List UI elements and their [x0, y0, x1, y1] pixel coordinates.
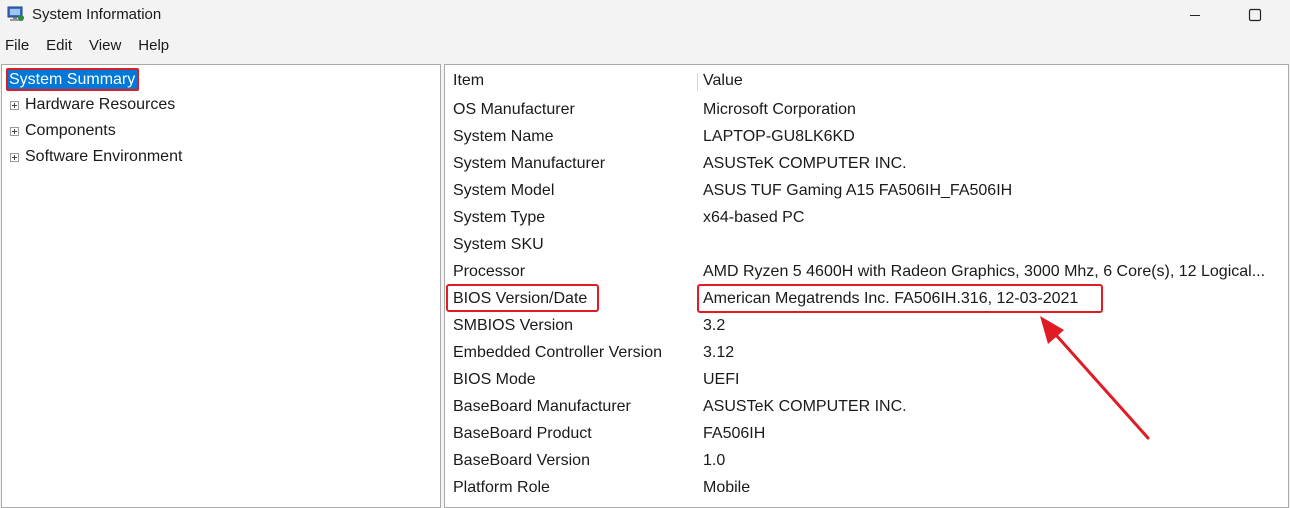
window-title: System Information	[32, 6, 162, 23]
category-tree[interactable]: System Summary Hardware Resources Compon…	[1, 64, 441, 508]
row-value: LAPTOP-GU8LK6KD	[703, 128, 855, 145]
expand-plus-icon[interactable]	[10, 126, 19, 136]
column-header-item[interactable]: Item	[453, 72, 484, 90]
table-row[interactable]: BaseBoard Version 1.0	[445, 447, 1288, 474]
row-value: American Megatrends Inc. FA506IH.316, 12…	[703, 290, 1079, 307]
tree-item-software-environment[interactable]: Software Environment	[10, 146, 182, 168]
table-row[interactable]: System Manufacturer ASUSTeK COMPUTER INC…	[445, 150, 1288, 177]
row-value: UEFI	[703, 371, 740, 388]
row-value: x64-based PC	[703, 209, 805, 226]
menu-view[interactable]: View	[84, 35, 129, 57]
table-row[interactable]: Embedded Controller Version 3.12	[445, 339, 1288, 366]
table-row[interactable]: OS Manufacturer Microsoft Corporation	[445, 96, 1288, 123]
maximize-button[interactable]	[1232, 0, 1278, 30]
row-value: Microsoft Corporation	[703, 101, 856, 118]
column-divider[interactable]	[697, 73, 698, 91]
menu-file[interactable]: File	[0, 35, 37, 57]
row-value: ASUSTeK COMPUTER INC.	[703, 155, 907, 172]
row-item: System Model	[453, 182, 555, 199]
system-information-app-icon	[7, 6, 24, 21]
table-row[interactable]: System SKU	[445, 231, 1288, 258]
tree-item-label: Hardware Resources	[25, 96, 176, 113]
row-value: 1.0	[703, 452, 726, 469]
row-item: System Type	[453, 209, 546, 226]
row-item: System SKU	[453, 236, 544, 253]
row-item: SMBIOS Version	[453, 317, 574, 334]
expand-plus-icon[interactable]	[10, 152, 19, 162]
minimize-button[interactable]	[1172, 0, 1218, 30]
row-item: Platform Role	[453, 479, 550, 496]
table-row[interactable]: Processor AMD Ryzen 5 4600H with Radeon …	[445, 258, 1288, 285]
row-item: Embedded Controller Version	[453, 344, 663, 361]
row-item: BaseBoard Product	[453, 425, 592, 442]
row-item: BIOS Mode	[453, 371, 536, 388]
details-list[interactable]: Item Value OS Manufacturer Microsoft Cor…	[444, 64, 1289, 508]
table-row[interactable]: Platform Role Mobile	[445, 474, 1288, 501]
column-header-value[interactable]: Value	[703, 72, 743, 90]
row-item: Processor	[453, 263, 526, 280]
menu-bar: File Edit View Help	[0, 34, 1290, 58]
row-item: System Name	[453, 128, 554, 145]
row-item: System Manufacturer	[453, 155, 606, 172]
table-row[interactable]: System Type x64-based PC	[445, 204, 1288, 231]
row-value: ASUSTeK COMPUTER INC.	[703, 398, 907, 415]
row-value: FA506IH	[703, 425, 766, 442]
row-value: 3.12	[703, 344, 735, 361]
tree-item-label: Software Environment	[25, 148, 183, 165]
row-item: BIOS Version/Date	[453, 290, 588, 307]
tree-item-label: Components	[25, 122, 116, 139]
row-item: BaseBoard Version	[453, 452, 590, 469]
row-value: 3.2	[703, 317, 726, 334]
menu-edit[interactable]: Edit	[41, 35, 80, 57]
row-value: AMD Ryzen 5 4600H with Radeon Graphics, …	[703, 263, 1266, 280]
table-row[interactable]: BaseBoard Manufacturer ASUSTeK COMPUTER …	[445, 393, 1288, 420]
tree-item-system-summary[interactable]: System Summary	[6, 68, 140, 91]
expand-plus-icon[interactable]	[10, 100, 19, 110]
maximize-icon	[1248, 8, 1262, 22]
menu-help[interactable]: Help	[133, 35, 177, 57]
table-row[interactable]: System Name LAPTOP-GU8LK6KD	[445, 123, 1288, 150]
tree-item-label: System Summary	[8, 70, 138, 89]
row-value: ASUS TUF Gaming A15 FA506IH_FA506IH	[703, 182, 1013, 199]
table-row-bios-version[interactable]: BIOS Version/Date American Megatrends In…	[445, 285, 1288, 312]
tree-item-components[interactable]: Components	[10, 120, 116, 142]
title-bar: System Information	[0, 0, 1290, 30]
row-item: BaseBoard Manufacturer	[453, 398, 631, 415]
table-row[interactable]: System Model ASUS TUF Gaming A15 FA506IH…	[445, 177, 1288, 204]
tree-item-hardware-resources[interactable]: Hardware Resources	[10, 94, 175, 116]
row-value: Mobile	[703, 479, 751, 496]
annotation-arrow-icon	[1040, 316, 1150, 440]
table-row[interactable]: BIOS Mode UEFI	[445, 366, 1288, 393]
minimize-icon	[1190, 15, 1200, 16]
row-item: OS Manufacturer	[453, 101, 575, 118]
table-row[interactable]: SMBIOS Version 3.2	[445, 312, 1288, 339]
table-row[interactable]: BaseBoard Product FA506IH	[445, 420, 1288, 447]
